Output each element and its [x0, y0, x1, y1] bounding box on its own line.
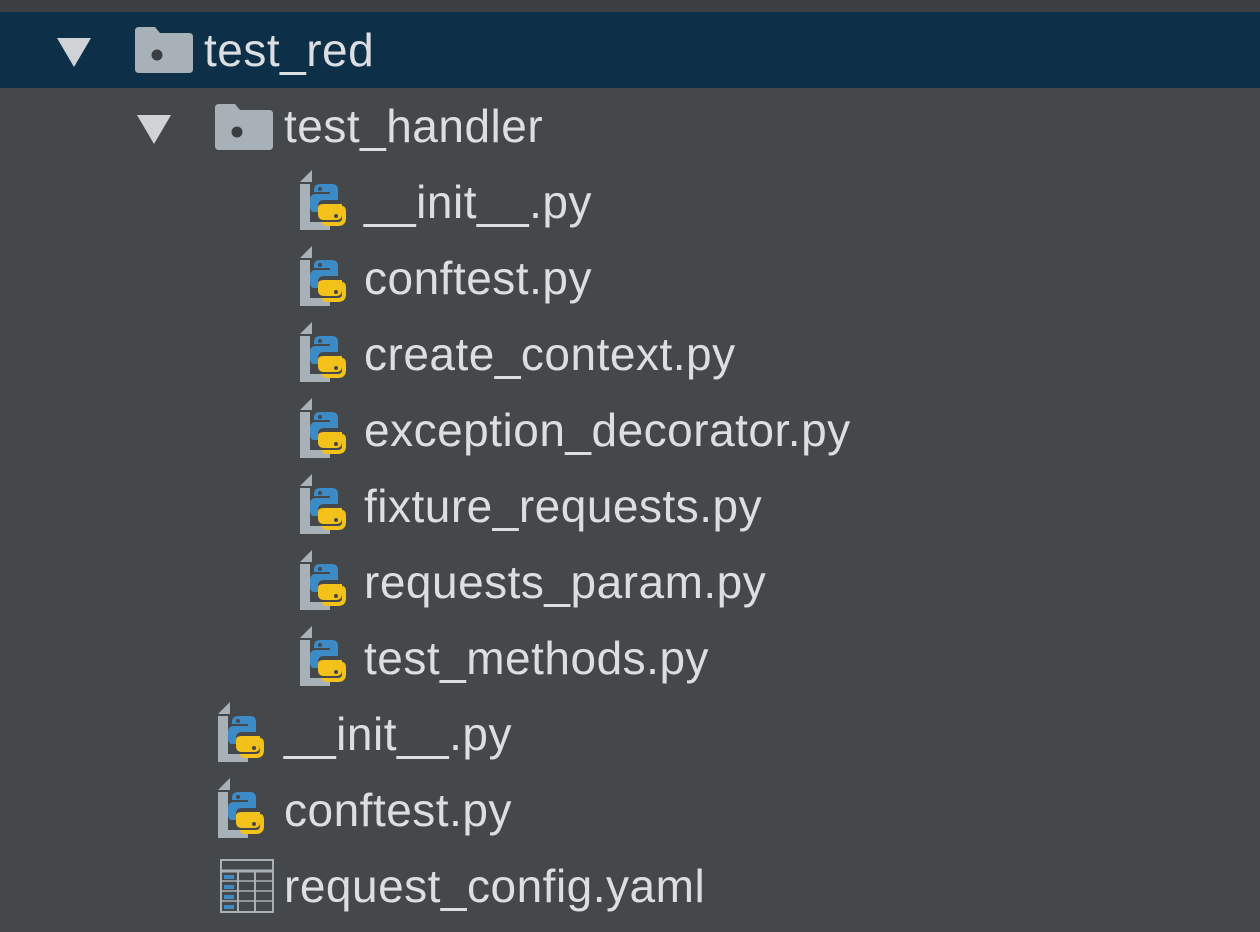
python-file-icon	[300, 474, 346, 534]
python-file-icon	[218, 702, 264, 762]
tree-item-label: test_methods.py	[364, 632, 710, 684]
tree-row-file[interactable]: conftest.py	[0, 772, 1260, 848]
expand-arrow-icon[interactable]	[137, 115, 171, 144]
tree-row-file[interactable]: create_context.py	[0, 316, 1260, 392]
file-icon-wrapper	[218, 702, 264, 764]
tree-row-subfolder[interactable]: test_handler	[0, 88, 1260, 164]
tree-item-label: __init__.py	[284, 708, 512, 760]
tree-item-label: conftest.py	[364, 252, 592, 304]
tree-row-file[interactable]: __init__.py	[0, 696, 1260, 772]
tree-row-file[interactable]: request_config.yaml	[0, 848, 1260, 924]
file-icon-wrapper	[300, 626, 346, 688]
panel-top-border	[0, 0, 1260, 12]
file-icon-wrapper	[300, 398, 346, 460]
tree-row-file[interactable]: fixture_requests.py	[0, 468, 1260, 544]
tree-item-label: exception_decorator.py	[364, 404, 851, 456]
python-file-icon	[300, 170, 346, 230]
folder-icon	[215, 104, 273, 150]
file-icon-wrapper	[300, 170, 346, 232]
tree-row-file[interactable]: __init__.py	[0, 164, 1260, 240]
file-icon-wrapper	[300, 474, 346, 536]
tree-item-label: fixture_requests.py	[364, 480, 763, 532]
python-file-icon	[218, 778, 264, 838]
tree-item-label: test_handler	[284, 100, 544, 152]
expand-arrow-icon[interactable]	[57, 38, 91, 67]
tree-item-label: create_context.py	[364, 328, 736, 380]
file-icon-wrapper	[300, 322, 346, 384]
tree-item-label: requests_param.py	[364, 556, 767, 608]
file-icon-wrapper	[300, 550, 346, 612]
tree-item-label: request_config.yaml	[284, 860, 706, 912]
tree-row-file[interactable]: requests_param.py	[0, 544, 1260, 620]
tree-row-file[interactable]: test_methods.py	[0, 620, 1260, 696]
file-icon-wrapper	[218, 778, 264, 840]
project-tree[interactable]: test_red test_handler __init__.py confte…	[0, 12, 1260, 932]
python-file-icon	[300, 626, 346, 686]
file-icon-wrapper	[300, 246, 346, 308]
tree-row-file[interactable]: exception_decorator.py	[0, 392, 1260, 468]
tree-item-label: test_red	[204, 24, 375, 76]
python-file-icon	[300, 398, 346, 458]
python-file-icon	[300, 550, 346, 610]
python-file-icon	[300, 246, 346, 306]
tree-row-root-folder[interactable]: test_red	[0, 12, 1260, 88]
python-file-icon	[300, 322, 346, 382]
folder-icon	[135, 27, 193, 73]
file-icon-wrapper	[220, 859, 274, 913]
tree-row-file[interactable]: conftest.py	[0, 240, 1260, 316]
tree-item-label: conftest.py	[284, 784, 512, 836]
yaml-file-icon	[220, 859, 274, 913]
tree-item-label: __init__.py	[364, 176, 592, 228]
